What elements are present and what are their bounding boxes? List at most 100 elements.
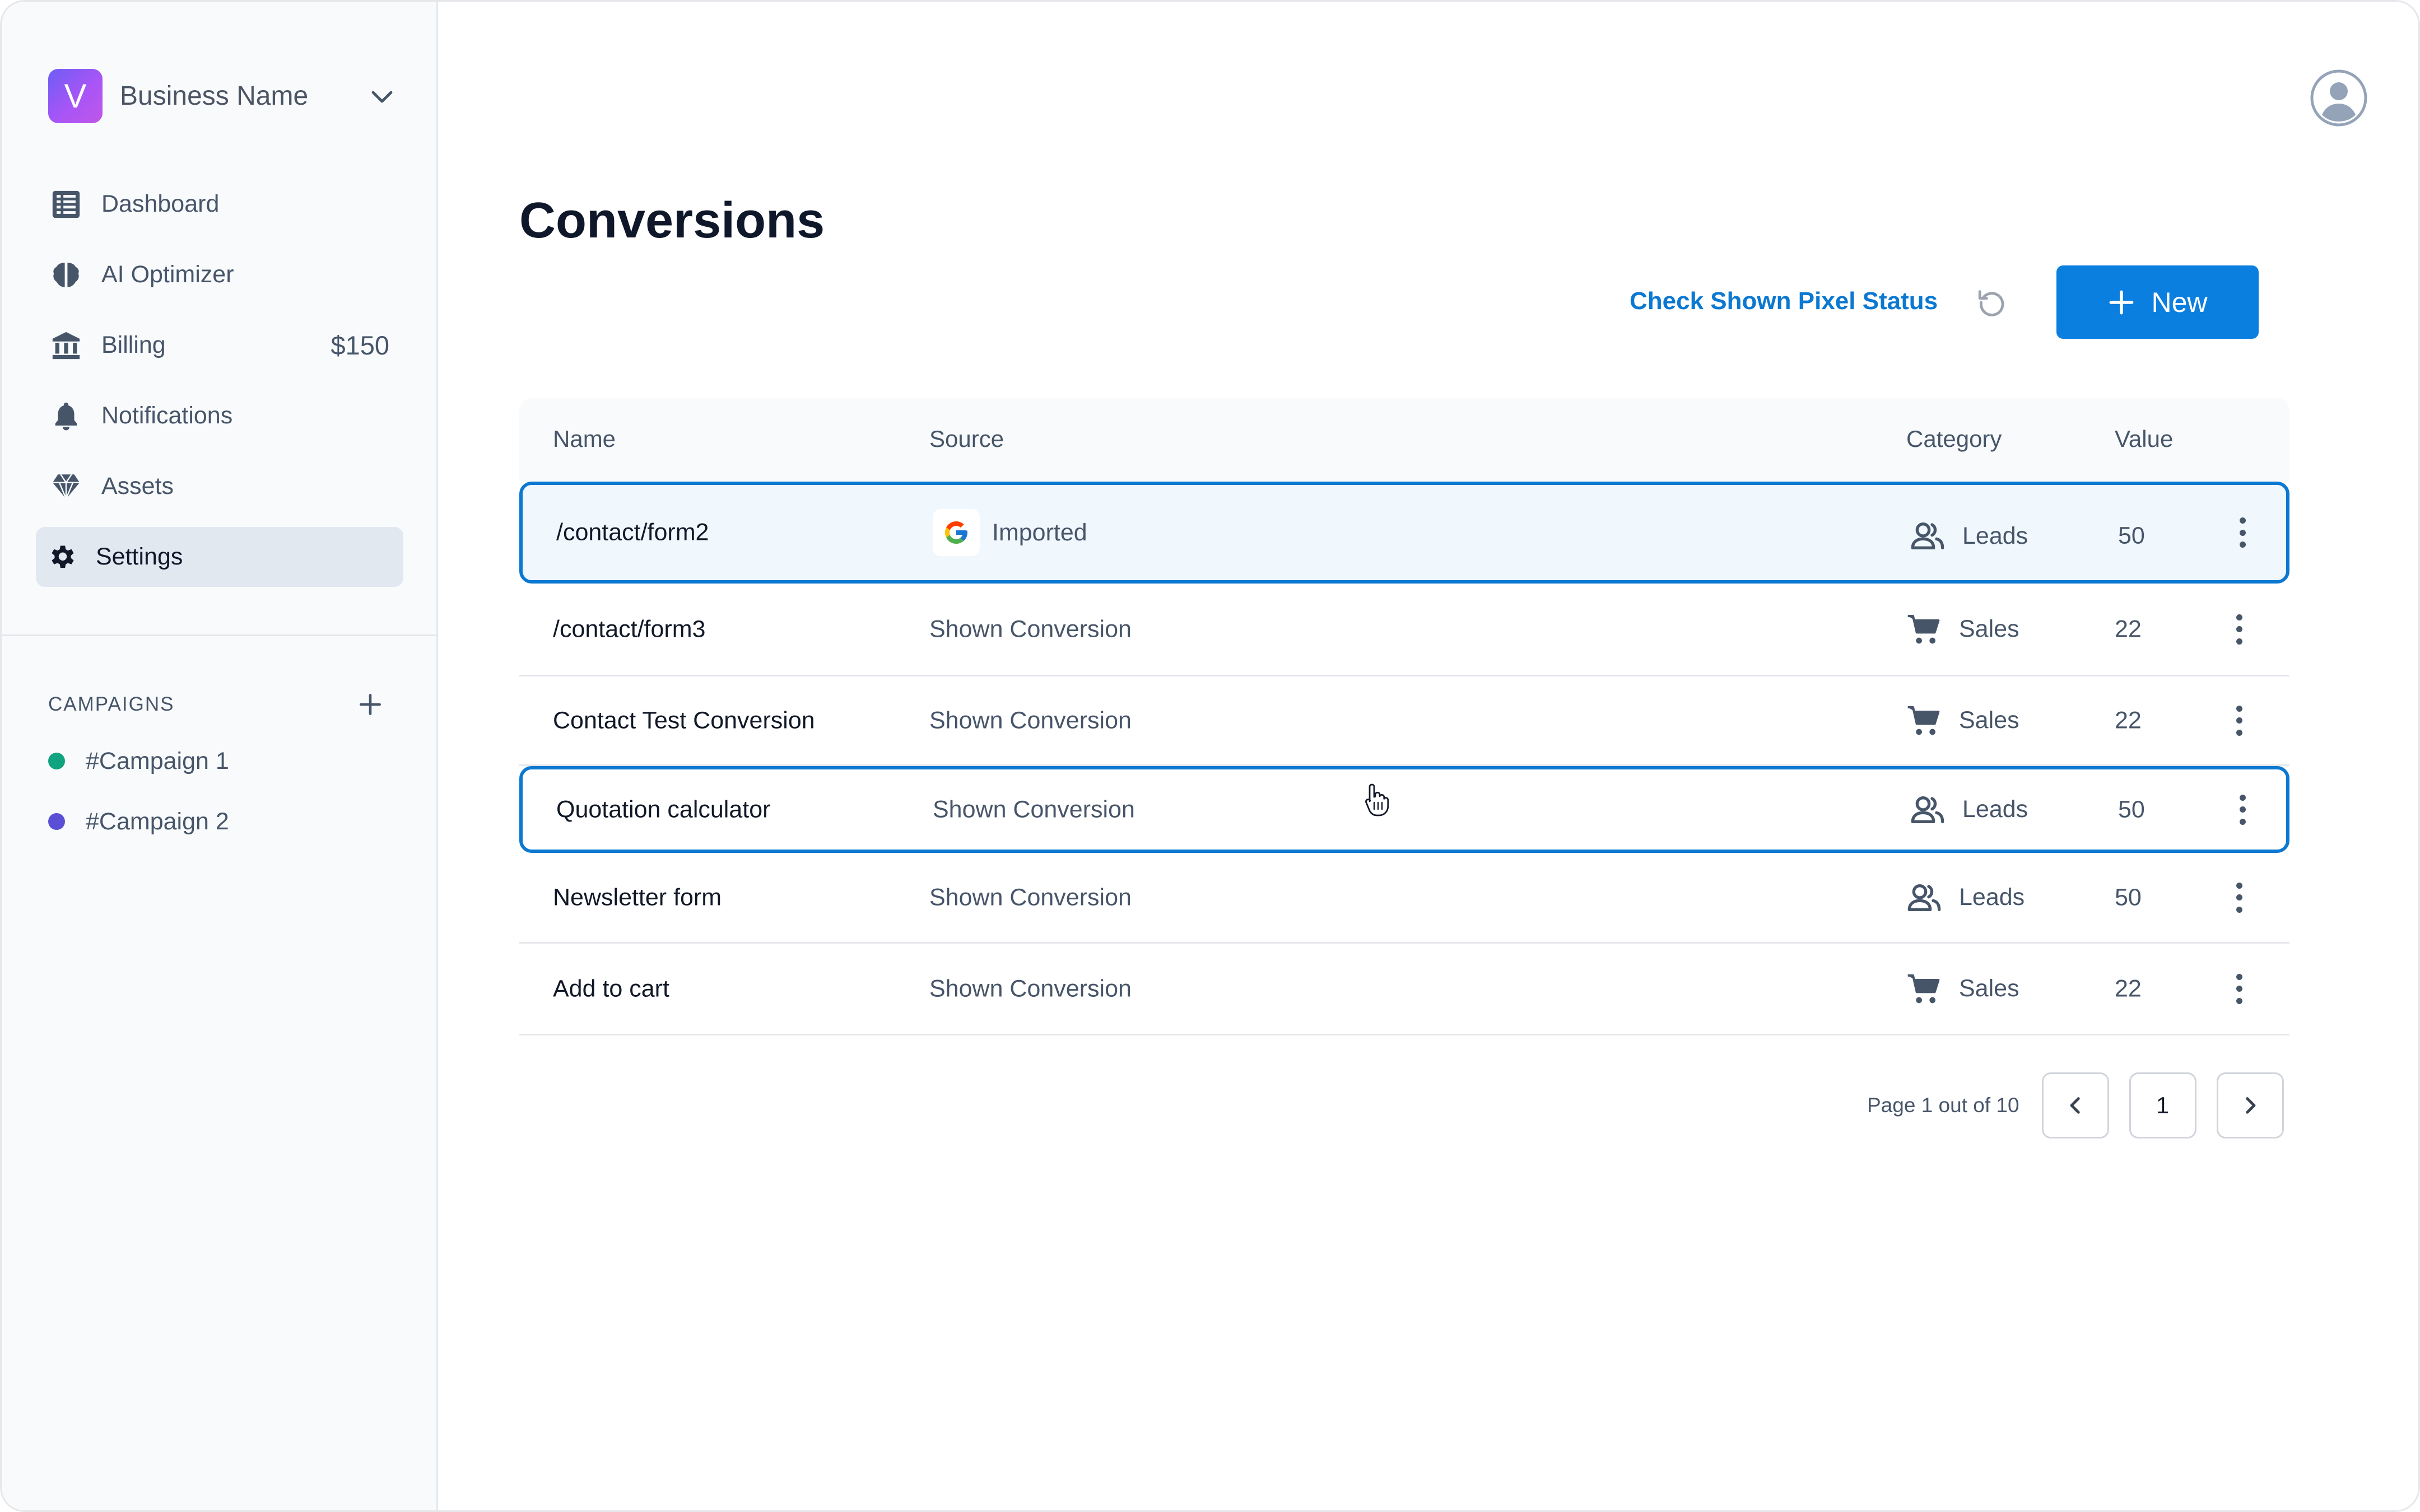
sidebar-item-label: AI Optimizer (101, 261, 234, 288)
chevron-down-icon[interactable] (369, 83, 395, 110)
gear-icon (46, 541, 79, 573)
category-label: Sales (1959, 707, 2019, 734)
row-category: Leads (1910, 518, 2028, 554)
diamond-icon (50, 470, 82, 503)
campaign-label: #Campaign 1 (86, 747, 229, 774)
category-label: Leads (1959, 884, 2025, 911)
more-options-icon[interactable] (2231, 513, 2254, 552)
cart-icon (1907, 974, 1940, 1003)
sidebar: V Business Name Dashboard AI Optimizer B… (2, 2, 438, 1510)
business-logo: V (48, 68, 103, 123)
row-category: Leads (1910, 792, 2028, 828)
campaign-color-dot (48, 813, 65, 830)
campaigns-header: CAMPAIGNS (48, 690, 384, 718)
row-value: 50 (2118, 522, 2145, 549)
table-row[interactable]: Contact Test Conversion Shown Conversion… (519, 676, 2289, 766)
bell-icon (50, 400, 82, 432)
table-row[interactable]: Quotation calculator Shown Conversion Le… (519, 766, 2289, 853)
dashboard-icon (50, 188, 82, 221)
column-header-name[interactable]: Name (553, 426, 616, 452)
more-options-icon[interactable] (2228, 610, 2250, 649)
more-options-icon[interactable] (2228, 878, 2250, 917)
category-label: Leads (1962, 796, 2028, 823)
row-source: Shown Conversion (929, 975, 1132, 1002)
new-button-label: New (2151, 286, 2208, 318)
row-category: Leads (1906, 880, 2025, 916)
category-label: Sales (1959, 975, 2019, 1002)
row-name: /contact/form3 (553, 615, 706, 642)
column-header-value[interactable]: Value (2115, 426, 2173, 452)
check-pixel-status-link[interactable]: Check Shown Pixel Status (1630, 287, 1938, 315)
column-header-category[interactable]: Category (1906, 426, 2002, 452)
sidebar-item-billing[interactable]: Billing $150 (36, 315, 403, 375)
campaign-color-dot (48, 753, 65, 769)
plus-icon (2110, 290, 2134, 314)
row-source: Shown Conversion (929, 707, 1132, 734)
sidebar-item-label: Assets (101, 473, 174, 500)
more-options-icon[interactable] (2228, 701, 2250, 740)
business-name: Business Name (120, 81, 309, 111)
users-icon (1907, 884, 1941, 911)
table-row[interactable]: /contact/form3 Shown Conversion Sales 22 (519, 584, 2289, 676)
sidebar-item-notifications[interactable]: Notifications (36, 386, 403, 446)
next-page-button[interactable] (2216, 1072, 2284, 1138)
hand-cursor-icon (1365, 783, 1389, 816)
row-name: Contact Test Conversion (553, 707, 815, 734)
row-value: 22 (2115, 975, 2142, 1002)
row-category: Sales (1906, 612, 2019, 647)
chevron-right-icon (2245, 1097, 2256, 1114)
pagination-text: Page 1 out of 10 (1867, 1094, 2019, 1117)
category-label: Leads (1962, 522, 2028, 549)
sidebar-item-settings[interactable]: Settings (36, 527, 403, 587)
table-row[interactable]: Add to cart Shown Conversion Sales 22 (519, 944, 2289, 1035)
table-row[interactable]: Newsletter form Shown Conversion Leads 5… (519, 853, 2289, 944)
users-icon (1911, 796, 1944, 823)
page-title: Conversions (519, 193, 825, 249)
more-options-icon[interactable] (2231, 790, 2254, 829)
business-switcher[interactable]: V Business Name (48, 68, 395, 124)
campaign-item[interactable]: #Campaign 2 (48, 805, 229, 838)
current-page-button[interactable]: 1 (2129, 1072, 2196, 1138)
row-source: Shown Conversion (933, 796, 1135, 823)
app-window: V Business Name Dashboard AI Optimizer B… (0, 0, 2420, 1512)
billing-amount: $150 (331, 330, 389, 360)
prev-page-button[interactable] (2041, 1072, 2109, 1138)
row-source: Imported (933, 509, 1087, 556)
sidebar-item-label: Notifications (101, 402, 233, 429)
brain-icon (50, 259, 82, 291)
column-header-source[interactable]: Source (929, 426, 1004, 452)
new-conversion-button[interactable]: New (2056, 265, 2259, 339)
row-source: Shown Conversion (929, 884, 1132, 911)
cart-icon (1907, 706, 1940, 735)
row-value: 22 (2115, 615, 2142, 642)
row-source: Shown Conversion (929, 615, 1132, 642)
campaigns-heading: CAMPAIGNS (48, 693, 175, 715)
row-value: 50 (2118, 796, 2145, 823)
row-value: 22 (2115, 707, 2142, 734)
users-icon (1911, 522, 1944, 549)
bank-icon (50, 329, 82, 362)
sidebar-item-label: Dashboard (101, 190, 220, 217)
campaign-item[interactable]: #Campaign 1 (48, 744, 229, 778)
more-options-icon[interactable] (2228, 969, 2250, 1009)
row-value: 50 (2115, 884, 2142, 911)
sidebar-item-label: Billing (101, 332, 166, 358)
sidebar-item-dashboard[interactable]: Dashboard (36, 174, 403, 234)
row-name: Quotation calculator (556, 796, 771, 823)
sidebar-item-assets[interactable]: Assets (36, 456, 403, 516)
row-category: Sales (1906, 703, 2019, 739)
sidebar-nav: Dashboard AI Optimizer Billing $150 Noti… (36, 174, 403, 598)
campaign-label: #Campaign 2 (86, 808, 229, 835)
chevron-left-icon (2070, 1097, 2080, 1114)
sidebar-item-ai-optimizer[interactable]: AI Optimizer (36, 245, 403, 305)
refresh-icon[interactable] (1976, 286, 2008, 319)
sidebar-divider (2, 634, 436, 636)
add-campaign-icon[interactable] (356, 690, 384, 718)
row-name: Newsletter form (553, 884, 722, 911)
row-category: Sales (1906, 971, 2019, 1007)
sidebar-item-label: Settings (96, 543, 183, 570)
user-avatar-icon[interactable] (2310, 69, 2368, 127)
pagination: Page 1 out of 10 1 (1867, 1072, 2284, 1139)
source-label: Imported (992, 519, 1087, 546)
table-row[interactable]: /contact/form2 Imported Leads 50 (519, 482, 2289, 584)
